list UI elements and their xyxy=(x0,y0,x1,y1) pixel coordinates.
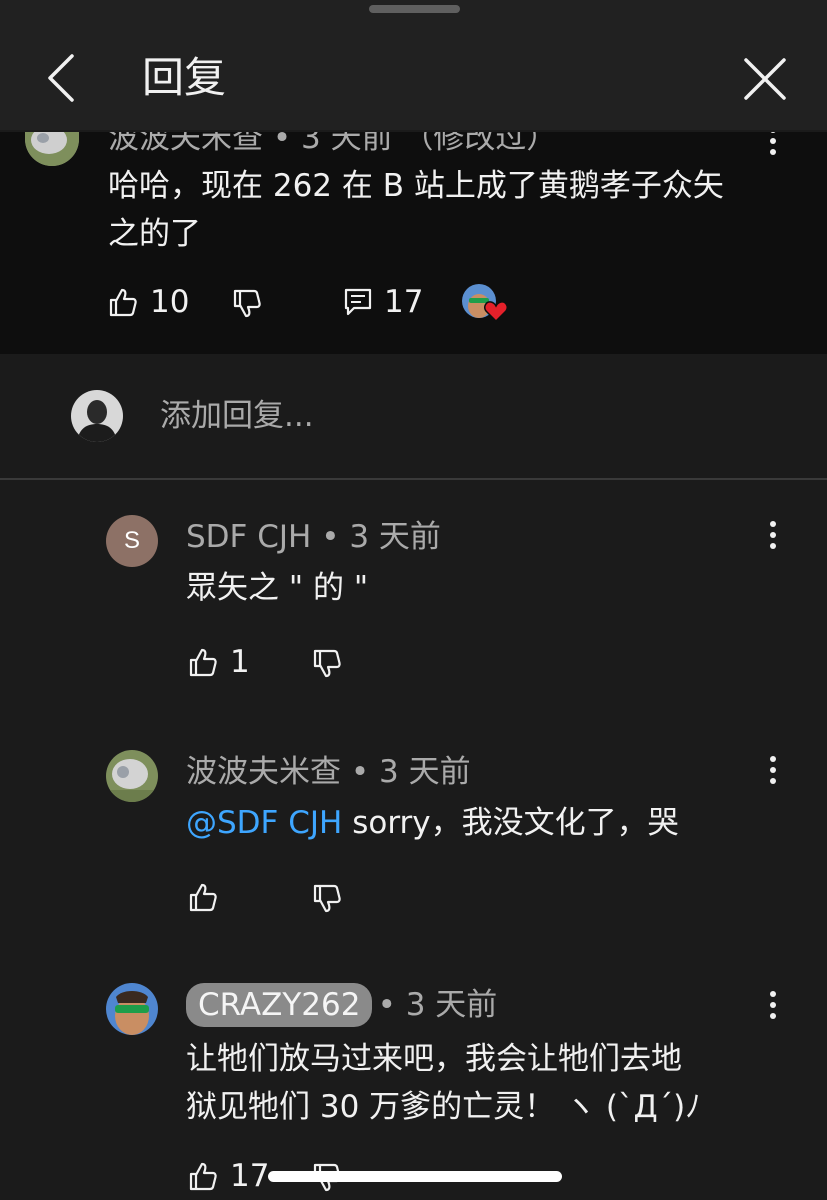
parent-comment: 波波夫米查 • 3 天前 （修改过） 哈哈，现在 262 在 B 站上成了黄鹅孝… xyxy=(0,132,827,354)
comment-author[interactable]: SDF CJH xyxy=(186,519,311,555)
like-count: 1 xyxy=(230,644,250,680)
comment-time: 3 天前 xyxy=(301,132,393,156)
reply-count: 17 xyxy=(384,284,424,320)
avatar-image xyxy=(71,390,123,442)
like-count: 17 xyxy=(230,1158,270,1194)
avatar xyxy=(71,390,123,442)
avatar-letter: S xyxy=(123,527,140,554)
add-reply-row[interactable]: 添加回复... xyxy=(0,354,827,478)
separator-dot: • xyxy=(377,987,406,1023)
comment-text-line: 之的了 xyxy=(108,216,201,252)
edited-label: （修改过） xyxy=(402,132,558,156)
home-indicator[interactable] xyxy=(268,1171,562,1182)
thumbs-up-icon[interactable] xyxy=(188,1161,218,1191)
header-bar xyxy=(0,0,827,130)
avatar-image xyxy=(106,983,158,1035)
more-options-icon[interactable] xyxy=(767,520,779,550)
thumbs-up-icon[interactable] xyxy=(188,882,218,912)
like-count: 10 xyxy=(150,284,190,320)
thumbs-up-icon[interactable] xyxy=(188,647,218,677)
separator-dot: • xyxy=(272,132,301,156)
avatar[interactable]: S xyxy=(106,515,158,567)
comment-text-line: 狱见牠们 30 万爹的亡灵！ ヽ (`Д´)ﾉ xyxy=(186,1089,701,1125)
separator-dot: • xyxy=(350,754,379,790)
drag-handle[interactable] xyxy=(369,5,460,13)
comment-text: 眾矢之 " 的 " xyxy=(186,570,369,606)
comment-author[interactable]: 波波夫米查 xyxy=(186,754,341,790)
thumbs-down-icon[interactable] xyxy=(312,649,342,679)
comment-time: 3 天前 xyxy=(349,519,441,555)
reply-item: CRAZY262 • 3 天前 让牠们放马过来吧，我会让牠们去地 狱见牠们 30… xyxy=(0,950,827,1200)
comment-time: 3 天前 xyxy=(405,987,498,1023)
thumbs-down-icon[interactable] xyxy=(312,884,342,914)
creator-badge[interactable]: CRAZY262 xyxy=(186,983,373,1027)
more-options-icon[interactable] xyxy=(767,132,779,156)
more-options-icon[interactable] xyxy=(767,755,779,785)
close-icon xyxy=(744,58,786,100)
comment-text-line: 让牠们放马过来吧，我会让牠们去地 xyxy=(186,1041,682,1077)
chevron-left-icon xyxy=(48,54,74,102)
reply-item: 波波夫米查 • 3 天前 @SDF CJH sorry，我没文化了，哭 xyxy=(0,715,827,935)
page-title: 回复 xyxy=(142,53,227,102)
reply-item: S SDF CJH • 3 天前 眾矢之 " 的 " 1 xyxy=(0,480,827,700)
separator-dot: • xyxy=(321,519,350,555)
avatar-image xyxy=(25,132,79,166)
comment-time: 3 天前 xyxy=(379,754,471,790)
avatar-image xyxy=(106,750,158,802)
add-reply-input[interactable]: 添加回复... xyxy=(160,396,314,436)
thumbs-up-icon[interactable] xyxy=(108,287,138,317)
back-button[interactable] xyxy=(44,52,84,104)
more-options-icon[interactable] xyxy=(767,990,779,1020)
comment-text-content: sorry，我没文化了，哭 xyxy=(352,805,679,841)
reply-comment-icon[interactable] xyxy=(344,288,372,316)
avatar[interactable] xyxy=(106,750,158,802)
avatar[interactable] xyxy=(25,132,79,166)
thumbs-down-icon[interactable] xyxy=(232,289,262,319)
mention-link[interactable]: @SDF CJH xyxy=(186,805,342,841)
comment-text: 哈哈，现在 262 在 B 站上成了黄鹅孝子众矢 之的了 xyxy=(108,162,724,258)
heart-icon xyxy=(484,301,508,322)
close-button[interactable] xyxy=(742,56,788,102)
avatar[interactable] xyxy=(106,983,158,1035)
comment-author[interactable]: 波波夫米查 xyxy=(108,132,263,156)
comment-text-line: 哈哈，现在 262 在 B 站上成了黄鹅孝子众矢 xyxy=(108,168,724,204)
comment-text: 让牠们放马过来吧，我会让牠们去地 狱见牠们 30 万爹的亡灵！ ヽ (`Д´)ﾉ xyxy=(186,1035,701,1131)
comment-text: @SDF CJH sorry，我没文化了，哭 xyxy=(186,799,679,847)
